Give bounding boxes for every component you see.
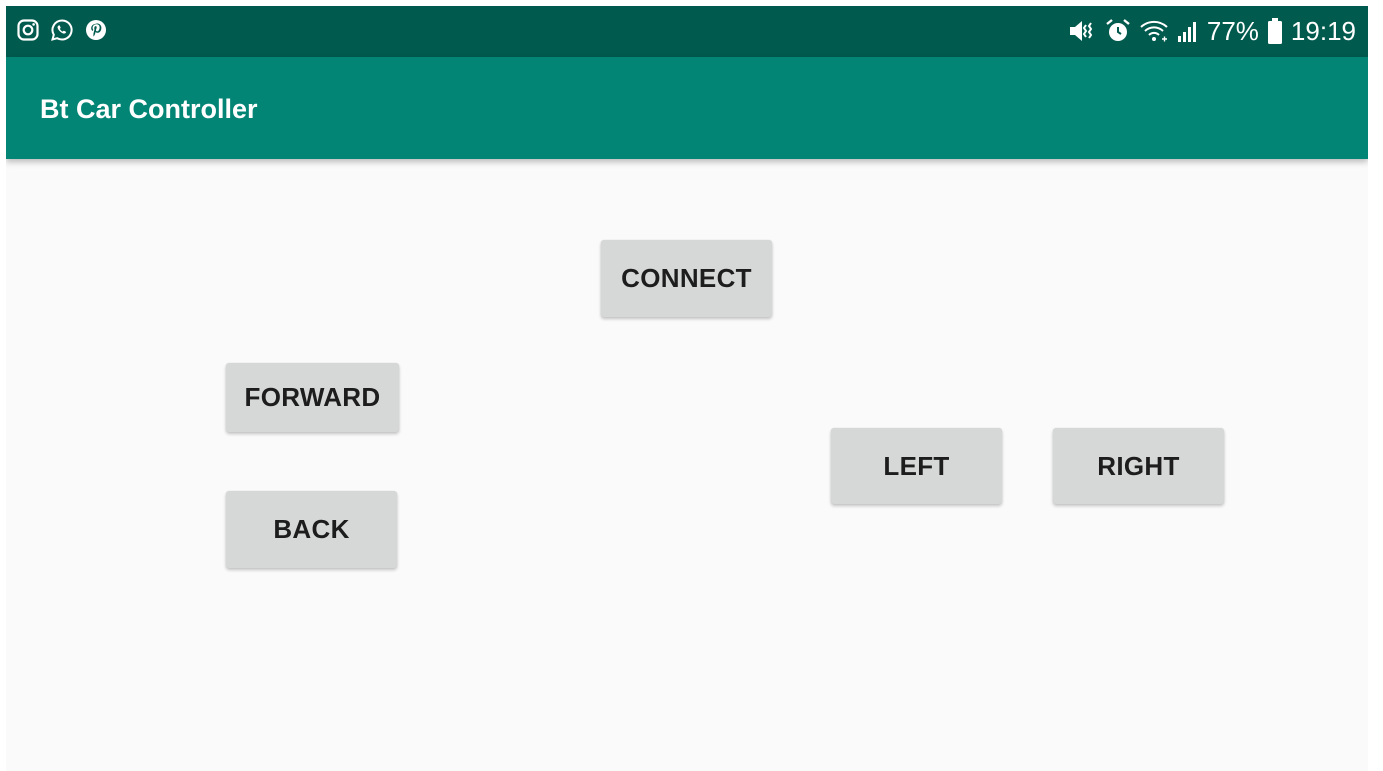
forward-button[interactable]: FORWARD xyxy=(226,363,399,432)
app-screen: 77% 19:19 Bt Car Controller CONNECT FORW… xyxy=(6,6,1368,771)
battery-icon xyxy=(1267,18,1282,44)
status-notification-icons xyxy=(16,18,108,42)
right-button[interactable]: RIGHT xyxy=(1053,428,1224,504)
wifi-icon xyxy=(1140,20,1168,42)
mute-vibrate-icon xyxy=(1069,21,1093,41)
whatsapp-icon xyxy=(51,19,73,41)
back-button[interactable]: BACK xyxy=(226,491,397,568)
status-bar: 77% 19:19 xyxy=(6,6,1368,57)
signal-icon xyxy=(1177,22,1196,42)
battery-percentage: 77% xyxy=(1206,16,1259,46)
pinterest-icon xyxy=(86,20,106,40)
alarm-icon xyxy=(1106,19,1130,41)
left-button[interactable]: LEFT xyxy=(831,428,1002,504)
status-system-indicators: 77% 19:19 xyxy=(1067,16,1356,46)
clock: 19:19 xyxy=(1290,16,1356,46)
connect-button[interactable]: CONNECT xyxy=(601,240,772,317)
app-title: Bt Car Controller xyxy=(40,94,258,124)
app-bar: Bt Car Controller xyxy=(6,57,1368,159)
instagram-icon xyxy=(17,19,39,41)
